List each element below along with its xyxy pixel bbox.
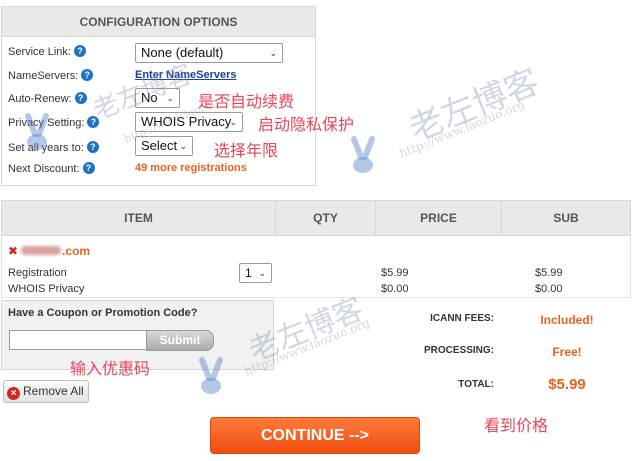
coupon-input[interactable] [9, 330, 147, 350]
chevron-down-icon: ⌄ [258, 268, 266, 278]
annotation-coupon: 输入优惠码 [70, 359, 151, 378]
domain-redacted [21, 246, 62, 255]
years-select[interactable]: Select ⌄ [135, 136, 193, 156]
service-link-label: Service Link:? [8, 45, 86, 58]
help-icon[interactable]: ? [82, 162, 95, 174]
config-title: CONFIGURATION OPTIONS [2, 7, 315, 37]
coupon-title: Have a Coupon or Promotion Code? [8, 307, 198, 319]
auto-renew-label: Auto-Renew:? [8, 92, 87, 105]
watermark-hand-icon [199, 357, 223, 394]
icann-fees-label: ICANN FEES: [430, 313, 494, 324]
help-icon[interactable]: ? [74, 92, 87, 104]
total-label: TOTAL: [458, 379, 494, 390]
annotation-auto-renew: 是否自动续费 [198, 92, 295, 111]
remove-item-icon[interactable]: ✖ [8, 244, 18, 258]
next-discount-label: Next Discount:? [8, 162, 95, 175]
annotation-years: 选择年限 [214, 141, 279, 160]
watermark-hand-icon [351, 136, 375, 173]
remove-all-button[interactable]: × Remove All [3, 380, 89, 403]
icann-fees-value: Included! [540, 313, 594, 327]
submit-button[interactable]: Submit [146, 330, 214, 351]
item-subtotal: $5.99 [535, 267, 563, 279]
col-qty: QTY [276, 201, 376, 235]
cart-table-header: ITEM QTY PRICE SUB [1, 200, 631, 236]
processing-value: Free! [552, 345, 582, 359]
item-price: $5.99 [381, 267, 409, 279]
cart-table-body: ✖ .com Registration 1 ⌄ $5.99 $5.99 WHOIS … [1, 236, 631, 298]
annotation-price: 看到价格 [484, 416, 549, 435]
next-discount-value: 49 more registrations [135, 162, 247, 174]
service-link-select[interactable]: None (default) ⌄ [135, 43, 283, 63]
continue-button[interactable]: CONTINUE --> [210, 417, 420, 454]
qty-select[interactable]: 1 ⌄ [239, 263, 272, 283]
chevron-down-icon: ⌄ [179, 141, 187, 151]
processing-label: PROCESSING: [423, 345, 494, 356]
col-price: PRICE [376, 201, 502, 235]
item-price: $0.00 [381, 283, 409, 295]
total-value: $5.99 [548, 376, 586, 393]
chevron-down-icon: ⌄ [229, 117, 237, 127]
col-item: ITEM [2, 201, 276, 235]
help-icon[interactable]: ? [81, 69, 94, 81]
item-subtotal: $0.00 [535, 283, 563, 295]
chevron-down-icon: ⌄ [269, 48, 277, 58]
item-name: WHOIS Privacy [8, 283, 85, 295]
help-icon[interactable]: ? [73, 45, 86, 57]
help-icon[interactable]: ? [86, 141, 99, 153]
domain-name: ✖ .com [8, 244, 91, 258]
annotation-privacy: 启动隐私保护 [258, 115, 355, 134]
watermark-hand-icon [25, 113, 49, 150]
remove-icon: × [7, 387, 20, 400]
item-name: Registration [8, 267, 67, 279]
col-sub: SUB [553, 211, 579, 225]
nameservers-label: NameServers:? [8, 69, 94, 82]
